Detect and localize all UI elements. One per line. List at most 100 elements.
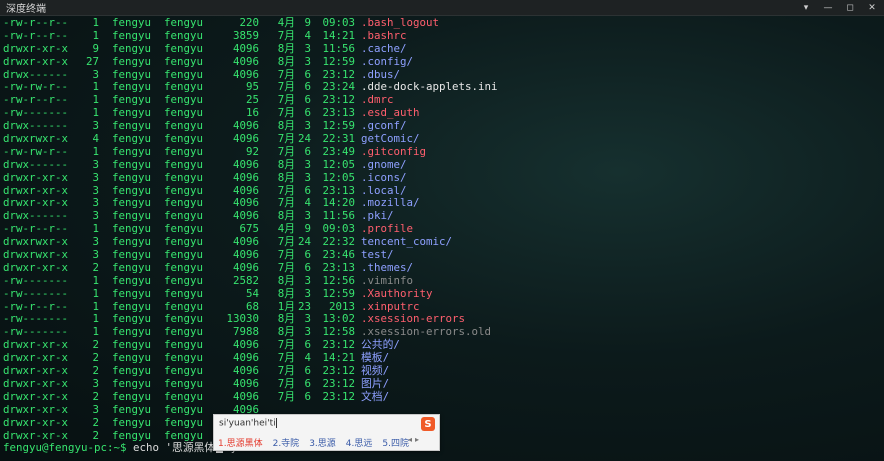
ime-prev-page-icon[interactable]: ◂ xyxy=(408,435,412,444)
ls-month: 7月 xyxy=(277,132,295,146)
ls-user: fengyu xyxy=(111,144,151,158)
ime-candidate[interactable]: 4.思远 xyxy=(346,436,373,449)
ls-filename: .themes/ xyxy=(361,260,414,274)
ls-row: drwxr-xr-x 3 fengyu fengyu 4096 8月 3 12:05 .icon… xyxy=(3,170,498,185)
ls-perms: drwxr-xr-x xyxy=(3,260,69,274)
ls-size: 4096 xyxy=(232,54,259,68)
ls-size: 54 xyxy=(245,286,259,300)
ls-links: 2 xyxy=(92,389,99,403)
ls-time: 23:12 xyxy=(322,376,355,390)
ls-perms: drwxr-xr-x xyxy=(3,41,69,55)
ls-group: fengyu xyxy=(163,402,203,416)
ls-time: 14:21 xyxy=(322,28,355,42)
ls-perms: drwxr-xr-x xyxy=(3,389,69,403)
ls-time: 22:31 xyxy=(322,132,355,146)
ls-user: fengyu xyxy=(111,389,151,403)
ls-size: 4096 xyxy=(232,376,259,390)
ls-month: 8月 xyxy=(277,54,295,68)
ls-day: 9 xyxy=(304,16,311,29)
ls-links: 3 xyxy=(92,248,99,262)
ls-size: 4096 xyxy=(232,364,259,378)
ls-links: 3 xyxy=(92,402,99,416)
ls-links: 4 xyxy=(92,132,99,146)
terminal-area[interactable]: -rw-r--r-- 1 fengyu fengyu 220 4月 9 09:03 .bash_… xyxy=(0,16,884,461)
ls-month: 7月 xyxy=(277,28,295,42)
ls-month: 8月 xyxy=(277,41,295,55)
ls-user: fengyu xyxy=(111,132,151,146)
ls-time: 12:59 xyxy=(322,54,355,68)
ime-next-page-icon[interactable]: ▸ xyxy=(415,435,419,444)
ls-filename: getComic/ xyxy=(361,132,420,146)
title-bar[interactable]: 深度终端 ▾ — ◻ ✕ xyxy=(0,0,884,16)
ls-time: 23:12 xyxy=(322,389,355,403)
ls-size: 4096 xyxy=(232,157,259,171)
ls-user: fengyu xyxy=(111,273,151,287)
ls-perms: drwxr-xr-x xyxy=(3,402,69,416)
ls-links: 9 xyxy=(92,41,99,55)
ls-links: 2 xyxy=(92,260,99,274)
ls-group: fengyu xyxy=(163,144,203,158)
ls-month: 8月 xyxy=(277,157,295,171)
ls-filename: test/ xyxy=(361,248,394,262)
ls-group: fengyu xyxy=(163,132,203,146)
ls-perms: -rw-r--r-- xyxy=(3,16,69,29)
ls-time: 12:05 xyxy=(322,157,355,171)
ls-group: fengyu xyxy=(163,389,203,403)
ls-links: 3 xyxy=(92,376,99,390)
ls-day: 6 xyxy=(304,389,311,403)
ls-day: 4 xyxy=(304,28,311,42)
ls-links: 1 xyxy=(92,16,99,29)
ls-perms: drwxrwxr-x xyxy=(3,132,69,146)
ls-size: 3859 xyxy=(232,28,259,42)
ime-candidate[interactable]: 2.寺院 xyxy=(273,436,300,449)
ls-group: fengyu xyxy=(163,28,203,42)
ls-row: drwxr-xr-x 2 fengyu fengyu 4096 7月 6 23:13 .them… xyxy=(3,260,498,275)
ls-month: 7月 xyxy=(277,248,295,262)
ime-candidate[interactable]: 5.四院 xyxy=(382,436,409,449)
sogou-logo-icon[interactable]: S xyxy=(421,417,435,431)
prompt-ps1: fengyu@fengyu-pc:~$ xyxy=(3,441,127,455)
ls-filename: .config/ xyxy=(361,54,414,68)
ls-size: 2582 xyxy=(232,273,259,287)
ls-day: 3 xyxy=(304,157,311,171)
maximize-icon[interactable]: ◻ xyxy=(844,2,856,14)
ls-perms: drwxr-xr-x xyxy=(3,415,69,429)
ls-time: 23:49 xyxy=(322,144,355,158)
ls-row: -rw------- 1 fengyu fengyu 2582 8月 3 12:56 .vimi… xyxy=(3,273,498,288)
ls-user: fengyu xyxy=(111,286,151,300)
ime-candidate[interactable]: 3.思源 xyxy=(309,436,336,449)
ls-user: fengyu xyxy=(111,415,151,429)
ls-filename: .viminfo xyxy=(361,273,414,287)
ls-day: 3 xyxy=(304,170,311,184)
minimize-icon[interactable]: — xyxy=(822,2,834,14)
ls-group: fengyu xyxy=(163,54,203,68)
ime-candidate-window[interactable]: si'yuan'hei'ti S 1.思源黑体 2.寺院 3.思源 4.思远 5.四院 … xyxy=(213,414,440,451)
ls-row: drwx------ 3 fengyu fengyu 4096 8月 3 12:05 .gnom… xyxy=(3,157,498,172)
ls-links: 1 xyxy=(92,28,99,42)
window-title: 深度终端 xyxy=(6,4,46,15)
ls-group: fengyu xyxy=(163,157,203,171)
ls-user: fengyu xyxy=(111,248,151,262)
ls-filename: .bash_logout xyxy=(361,16,440,29)
close-icon[interactable]: ✕ xyxy=(866,2,878,14)
ls-user: fengyu xyxy=(111,54,151,68)
ls-user: fengyu xyxy=(111,41,151,55)
ls-time: 11:56 xyxy=(322,41,355,55)
ls-user: fengyu xyxy=(111,402,151,416)
ls-perms: drwxrwxr-x xyxy=(3,248,69,262)
ls-row: drwxr-xr-x 9 fengyu fengyu 4096 8月 3 11:56 .cach… xyxy=(3,41,498,56)
ls-links: 1 xyxy=(92,144,99,158)
ls-group: fengyu xyxy=(163,16,203,29)
ls-perms: -rw-r--r-- xyxy=(3,28,69,42)
menu-icon[interactable]: ▾ xyxy=(800,2,812,14)
ls-day: 3 xyxy=(304,286,311,300)
ls-month: 8月 xyxy=(277,273,295,287)
ls-row: drwxr-xr-x 27 fengyu fengyu 4096 8月 3 12:59 .con… xyxy=(3,54,498,69)
ls-month: 4月 xyxy=(277,16,295,29)
ls-group: fengyu xyxy=(163,41,203,55)
ls-month: 7月 xyxy=(277,364,295,378)
ls-links: 27 xyxy=(85,54,99,68)
ls-links: 3 xyxy=(92,157,99,171)
ime-pinyin-text: si'yuan'hei'ti xyxy=(219,418,276,429)
ime-candidate[interactable]: 1.思源黑体 xyxy=(218,436,263,449)
